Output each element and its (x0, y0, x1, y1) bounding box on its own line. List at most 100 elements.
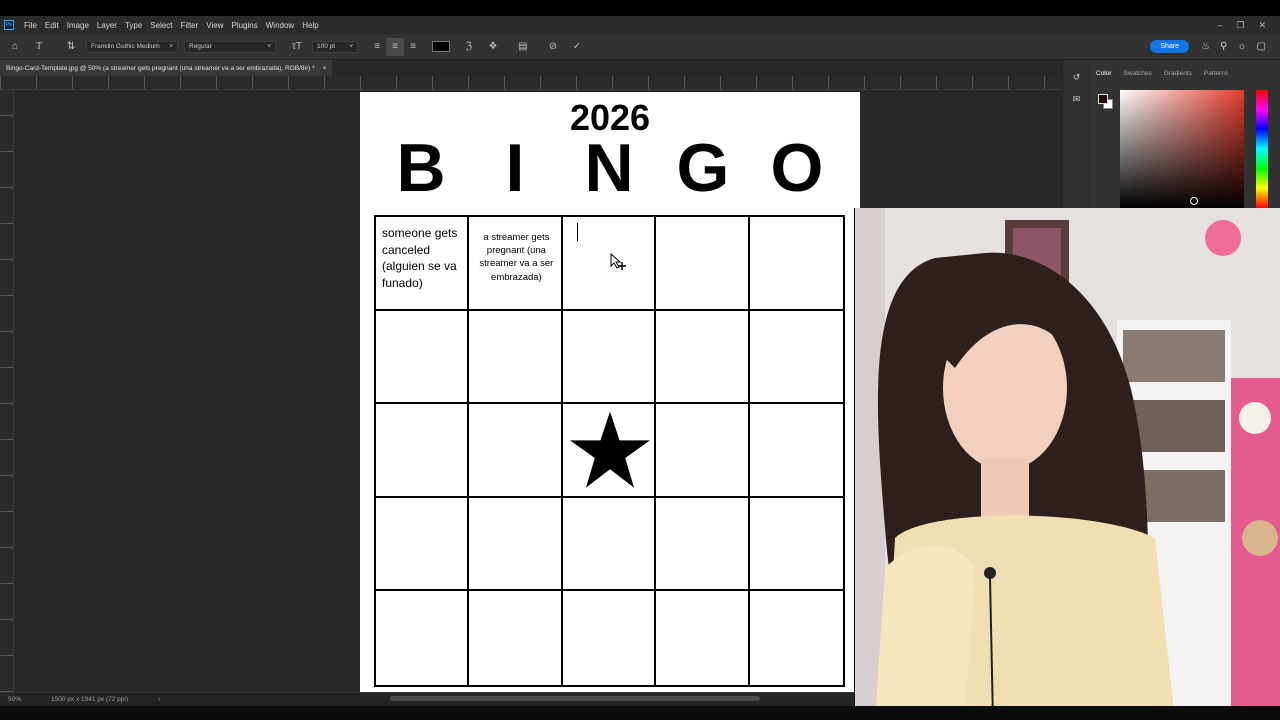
foreground-color-swatch[interactable] (1098, 94, 1108, 104)
menu-type[interactable]: Type (121, 21, 146, 30)
letter-o: O (770, 130, 824, 206)
chevron-down-icon: ˅ (349, 43, 353, 50)
character-panel-icon[interactable]: ▤ (514, 38, 532, 56)
font-family-value: Franklin Gothic Medium (91, 43, 160, 50)
top-letterbox (0, 0, 1280, 16)
align-left-icon[interactable]: ≡ (368, 38, 386, 56)
tab-color[interactable]: Color (1096, 70, 1112, 84)
menu-file[interactable]: File (20, 21, 41, 30)
align-center-icon[interactable]: ≡ (386, 37, 404, 56)
chevron-down-icon: ˅ (267, 43, 271, 50)
hue-slider[interactable] (1256, 90, 1268, 208)
zoom-level[interactable]: 50% (8, 696, 21, 703)
menu-bar: Ps File Edit Image Layer Type Select Fil… (0, 16, 1280, 34)
text-color-swatch[interactable] (432, 41, 450, 52)
color-picker-handle[interactable] (1190, 197, 1198, 205)
bingo-cell[interactable] (376, 404, 470, 498)
close-tab-icon[interactable]: × (323, 65, 327, 72)
menu-image[interactable]: Image (63, 21, 93, 30)
3d-text-icon[interactable]: ❖ (484, 38, 502, 56)
tab-swatches[interactable]: Swatches (1124, 70, 1152, 84)
webcam-overlay (854, 208, 1280, 720)
document-tab-bar: Bingo-Card-Template.jpg @ 50% (a streame… (0, 60, 1062, 76)
bingo-cell[interactable] (656, 404, 750, 498)
type-tool-icon[interactable]: T (30, 38, 48, 56)
bingo-cell[interactable] (563, 591, 657, 685)
document-info: 1500 px x 1941 px (72 ppi) (51, 696, 128, 703)
cancel-edit-icon[interactable]: ⊘ (544, 38, 562, 56)
bingo-cell[interactable] (656, 591, 750, 685)
document-tab-title: Bingo-Card-Template.jpg @ 50% (a streame… (6, 64, 315, 72)
bingo-cell[interactable] (656, 217, 750, 311)
menu-view[interactable]: View (202, 21, 227, 30)
align-right-icon[interactable]: ≡ (404, 38, 422, 56)
webcam-feed (855, 208, 1280, 720)
text-orientation-icon[interactable]: ⇅ (62, 38, 80, 56)
menu-help[interactable]: Help (298, 21, 322, 30)
document-tab[interactable]: Bingo-Card-Template.jpg @ 50% (a streame… (0, 60, 333, 76)
history-icon[interactable]: ↺ (1070, 72, 1084, 82)
vertical-ruler (0, 90, 14, 692)
bingo-cell[interactable]: a streamer gets pregnant (una streamer v… (469, 217, 563, 311)
menu-plugins[interactable]: Plugins (228, 21, 262, 30)
font-style-value: Regular (189, 43, 212, 50)
font-style-select[interactable]: Regular ˅ (184, 40, 276, 53)
options-bar: ⌂ T ⇅ Franklin Gothic Medium ˅ Regular ˅… (0, 34, 1280, 60)
bingo-cell[interactable] (749, 311, 843, 405)
bingo-cell[interactable] (656, 310, 750, 405)
search-icon[interactable]: ⚲ (1220, 41, 1227, 52)
font-size-icon: τT (291, 41, 303, 52)
bingo-cell[interactable] (562, 497, 657, 592)
bingo-cell[interactable] (469, 310, 563, 405)
bingo-cell[interactable] (562, 310, 657, 405)
bingo-cell[interactable] (656, 497, 750, 592)
chevron-right-icon[interactable]: › (158, 696, 160, 703)
photoshop-window: Ps File Edit Image Layer Type Select Fil… (0, 0, 1280, 720)
letter-g: G (676, 130, 730, 206)
bingo-cell[interactable] (749, 498, 843, 592)
star-icon (569, 411, 650, 488)
bingo-cell[interactable] (469, 404, 563, 498)
bingo-cell[interactable] (750, 591, 843, 685)
bingo-cell[interactable] (376, 497, 470, 592)
font-size-select[interactable]: 100 pt ˅ (312, 40, 358, 53)
photoshop-logo: Ps (4, 20, 14, 30)
restore-icon[interactable]: ❐ (1236, 20, 1244, 31)
color-picker-field[interactable] (1120, 90, 1244, 208)
tab-gradients[interactable]: Gradients (1164, 70, 1192, 84)
bottom-letterbox (0, 706, 1280, 720)
minimize-icon[interactable]: – (1217, 20, 1222, 31)
bell-icon[interactable]: ♨ (1201, 41, 1210, 52)
window-controls: – ❐ ✕ (1217, 20, 1280, 31)
cell-text: someone gets canceled (alguien se va fun… (382, 226, 458, 290)
bingo-cell[interactable]: someone gets canceled (alguien se va fun… (376, 217, 470, 311)
menu-layer[interactable]: Layer (93, 21, 121, 30)
bingo-cell[interactable] (376, 310, 470, 405)
menu-window[interactable]: Window (262, 21, 298, 30)
commit-edit-icon[interactable]: ✓ (568, 38, 586, 56)
menu-select[interactable]: Select (146, 21, 176, 30)
warp-text-icon[interactable]: ℨ (460, 38, 478, 56)
menu-edit[interactable]: Edit (41, 21, 63, 30)
bingo-cell[interactable] (749, 217, 843, 311)
font-family-select[interactable]: Franklin Gothic Medium ˅ (86, 40, 178, 53)
workspace-icon[interactable]: ▢ (1257, 41, 1266, 52)
bingo-free-space[interactable] (562, 404, 657, 498)
bingo-cell[interactable] (376, 591, 470, 685)
bingo-cell[interactable] (469, 497, 563, 592)
bingo-card-canvas[interactable]: 2026 B I N G O someone gets canceled (al… (360, 92, 860, 692)
move-cursor-icon (610, 253, 626, 270)
color-panel: Color Swatches Gradients Patterns (1090, 60, 1280, 208)
lightbulb-icon[interactable]: ☼ (1237, 41, 1246, 52)
home-icon[interactable]: ⌂ (6, 38, 24, 56)
font-size-value: 100 pt (317, 43, 336, 50)
tab-patterns[interactable]: Patterns (1204, 70, 1228, 84)
comments-icon[interactable]: ✉ (1070, 94, 1084, 104)
close-icon[interactable]: ✕ (1258, 20, 1266, 31)
share-button[interactable]: Share (1150, 40, 1190, 53)
horizontal-scrollbar[interactable] (390, 696, 760, 701)
bingo-cell[interactable] (469, 591, 563, 685)
letter-b: B (396, 130, 446, 206)
bingo-cell[interactable] (749, 404, 843, 498)
menu-filter[interactable]: Filter (177, 21, 203, 30)
